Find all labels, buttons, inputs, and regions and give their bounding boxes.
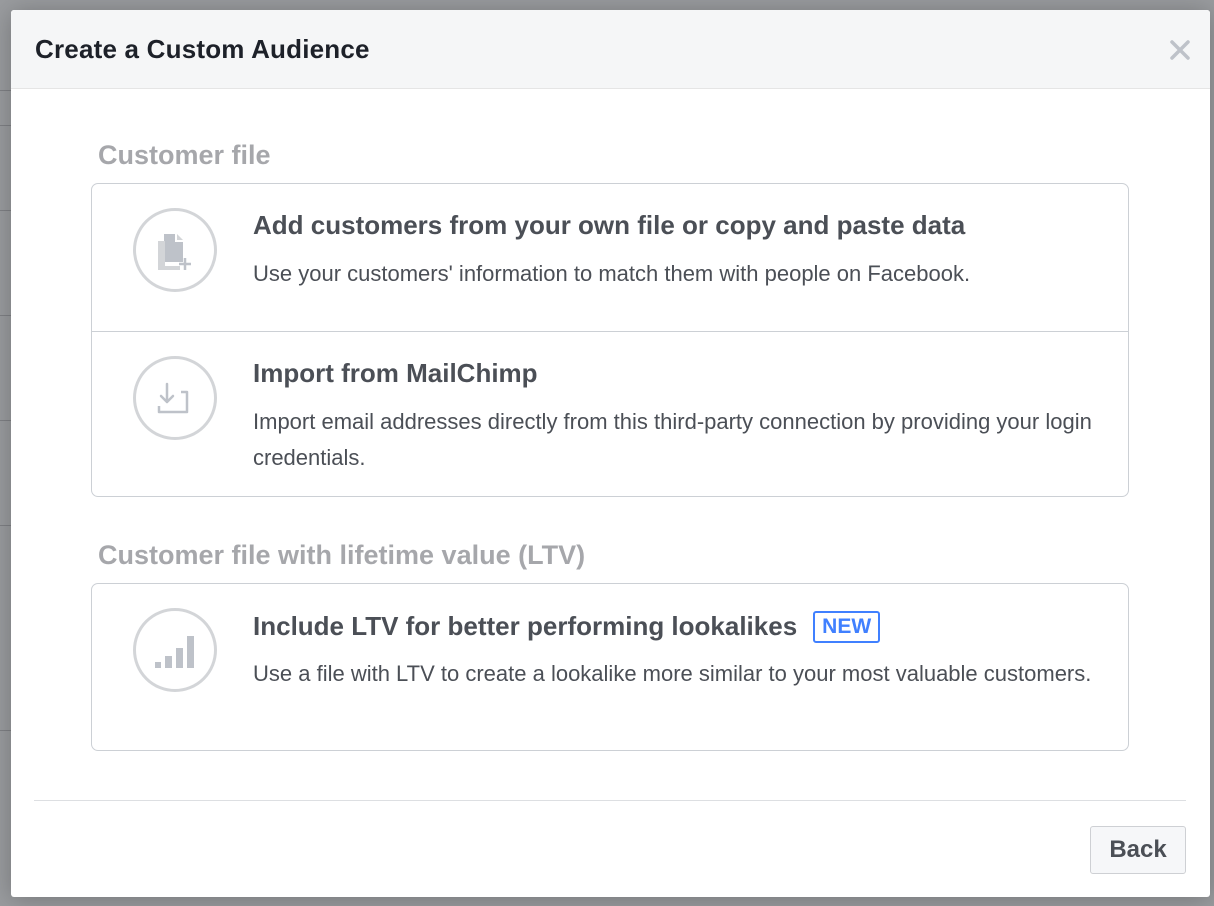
customer-file-options: Add customers from your own file or copy… xyxy=(91,183,1129,497)
dialog-header: Create a Custom Audience xyxy=(11,10,1210,89)
close-button[interactable] xyxy=(1166,36,1194,64)
option-icon-circle xyxy=(133,208,217,292)
option-title-text: Add customers from your own file or copy… xyxy=(253,210,966,240)
option-add-customers-from-file[interactable]: Add customers from your own file or copy… xyxy=(92,184,1128,331)
option-title-text: Import from MailChimp xyxy=(253,358,538,388)
option-description: Import email addresses directly from thi… xyxy=(253,409,1092,470)
option-title-text: Include LTV for better performing lookal… xyxy=(253,610,798,641)
file-add-icon xyxy=(158,234,191,270)
option-description: Use a file with LTV to create a lookalik… xyxy=(253,661,1092,686)
option-icon-circle xyxy=(133,608,217,692)
import-icon xyxy=(157,382,189,414)
option-icon-circle xyxy=(133,356,217,440)
dialog-title: Create a Custom Audience xyxy=(35,34,370,64)
option-title: Add customers from your own file or copy… xyxy=(253,210,965,241)
section-label-customer-file: Customer file xyxy=(98,140,271,170)
close-icon xyxy=(1170,40,1190,60)
option-title: Import from MailChimp xyxy=(253,358,538,389)
back-button[interactable]: Back xyxy=(1090,826,1186,874)
option-description: Use your customers' information to match… xyxy=(253,261,971,286)
create-custom-audience-dialog: Create a Custom Audience Customer file A… xyxy=(11,10,1210,897)
footer-divider xyxy=(34,800,1186,801)
option-import-from-mailchimp[interactable]: Import from MailChimp Import email addre… xyxy=(92,331,1128,496)
option-title: Include LTV for better performing lookal… xyxy=(253,610,881,643)
section-label-customer-file-ltv: Customer file with lifetime value (LTV) xyxy=(98,540,586,570)
option-include-ltv[interactable]: Include LTV for better performing lookal… xyxy=(92,584,1128,750)
customer-file-ltv-options: Include LTV for better performing lookal… xyxy=(91,583,1129,751)
new-badge: NEW xyxy=(813,611,881,643)
bar-chart-icon xyxy=(155,636,194,668)
